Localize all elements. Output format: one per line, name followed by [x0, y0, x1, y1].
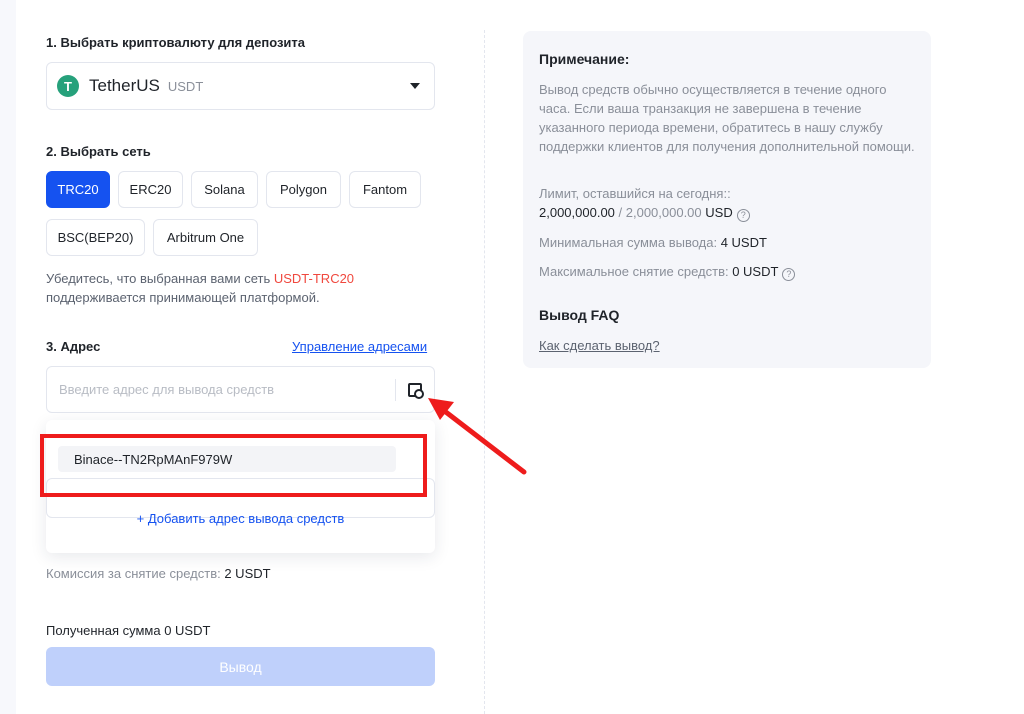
received-line: Полученная сумма 0 USDT: [46, 623, 211, 638]
panel-title: Примечание:: [539, 51, 630, 67]
step1-label: 1. Выбрать криптовалюту для депозита: [46, 35, 306, 50]
add-address-link[interactable]: + Добавить адрес вывода средств: [46, 511, 435, 526]
network-button-bsc[interactable]: BSC(BEP20): [46, 219, 145, 256]
network-button-fantom[interactable]: Fantom: [349, 171, 421, 208]
address-field[interactable]: [46, 366, 435, 413]
column-divider: [484, 30, 485, 714]
limit-label: Лимит, оставшийся на сегодня::: [539, 186, 731, 201]
tether-icon: T: [57, 75, 79, 97]
limit-values: 2,000,000.00 / 2,000,000.00 USD?: [539, 205, 750, 222]
question-icon[interactable]: ?: [736, 209, 750, 222]
question-icon[interactable]: ?: [782, 268, 796, 281]
network-button-erc20[interactable]: ERC20: [118, 171, 183, 208]
manage-addresses-link[interactable]: Управление адресами: [292, 339, 427, 354]
withdraw-button[interactable]: Вывод: [46, 647, 435, 686]
caret-down-icon: [410, 83, 420, 89]
currency-name: TetherUS: [89, 76, 160, 95]
currency-select[interactable]: T TetherUS USDT: [46, 62, 435, 110]
annotation-arrow-icon: [428, 398, 527, 475]
panel-description: Вывод средств обычно осуществляется в те…: [539, 82, 915, 154]
network-button-arbitrum[interactable]: Arbitrum One: [153, 219, 258, 256]
step3-label: 3. Адрес: [46, 339, 101, 354]
address-separator: [395, 378, 396, 401]
step2-label: 2. Выбрать сеть: [46, 144, 151, 159]
max-withdraw: Максимальное снятие средств: 0 USDT?: [539, 264, 796, 281]
network-note: Убедитесь, что выбранная вами сеть USDT-…: [46, 271, 355, 305]
annotation-highlight-box: [40, 434, 427, 497]
network-button-trc20[interactable]: TRC20: [46, 171, 110, 208]
fee-line: Комиссия за снятие средств: 2 USDT: [46, 566, 271, 581]
faq-link[interactable]: Как сделать вывод?: [539, 338, 660, 353]
network-highlight: USDT-TRC20: [273, 271, 355, 286]
currency-ticker: USDT: [167, 78, 204, 94]
address-input[interactable]: [59, 382, 383, 397]
faq-title: Вывод FAQ: [539, 307, 620, 323]
min-withdraw: Минимальная сумма вывода: 4 USDT: [539, 235, 767, 250]
network-button-polygon[interactable]: Polygon: [266, 171, 341, 208]
network-button-solana[interactable]: Solana: [191, 171, 258, 208]
